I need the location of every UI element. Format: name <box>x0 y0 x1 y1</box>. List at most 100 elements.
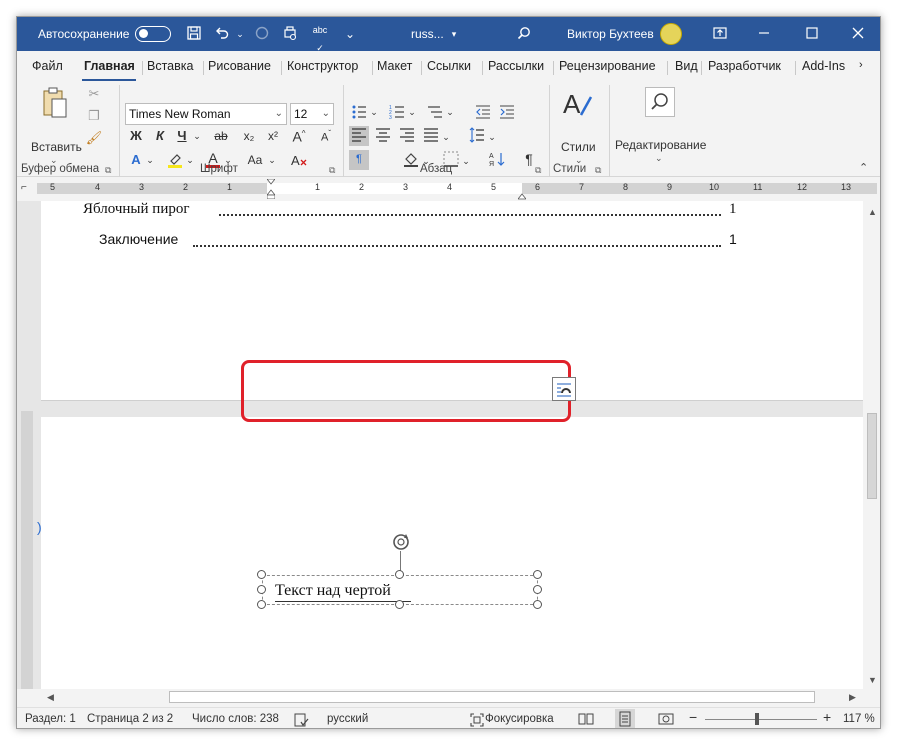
vertical-scrollbar[interactable]: ▲ ▼ <box>863 201 880 689</box>
text-box-content[interactable]: Текст над чертой <box>275 582 391 600</box>
subscript-button[interactable]: x₂ <box>239 127 259 145</box>
web-layout-icon[interactable] <box>657 711 675 727</box>
styles-button[interactable]: Стили <box>561 140 596 154</box>
highlight-icon[interactable] <box>165 151 185 169</box>
paragraph-launcher-icon[interactable]: ⧉ <box>535 165 541 176</box>
justify-dropdown-icon[interactable]: ⌄ <box>441 128 451 146</box>
paste-button[interactable]: Вставить <box>31 140 82 154</box>
scroll-up-icon[interactable]: ▲ <box>868 207 877 217</box>
tab-references[interactable]: Ссылки <box>427 59 471 73</box>
resize-handle[interactable] <box>533 585 542 594</box>
paste-icon[interactable] <box>37 85 73 129</box>
scroll-right-icon[interactable]: ▶ <box>849 692 856 703</box>
shading-icon[interactable] <box>401 150 421 170</box>
zoom-out-button[interactable]: − <box>689 709 697 725</box>
underline-button[interactable]: Ч <box>173 127 191 145</box>
sort-icon[interactable]: AЯ <box>487 150 507 170</box>
section-indicator[interactable]: Раздел: 1 <box>25 713 76 725</box>
tab-file[interactable]: Файл <box>32 59 63 73</box>
tab-insert[interactable]: Вставка <box>147 59 193 73</box>
zoom-slider[interactable] <box>705 719 817 720</box>
maximize-icon[interactable] <box>803 25 821 43</box>
format-painter-icon[interactable]: 🖌 <box>85 129 103 147</box>
resize-handle[interactable] <box>395 600 404 609</box>
change-case-button[interactable]: Aa <box>243 151 267 169</box>
tab-developer[interactable]: Разработчик <box>708 59 781 73</box>
resize-handle[interactable] <box>257 600 266 609</box>
clipboard-launcher-icon[interactable]: ⧉ <box>105 165 111 176</box>
styles-icon[interactable]: A <box>561 87 593 121</box>
increase-indent-icon[interactable] <box>497 103 517 121</box>
resize-handle[interactable] <box>257 585 266 594</box>
file-name[interactable]: russ... <box>411 27 444 41</box>
font-launcher-icon[interactable]: ⧉ <box>329 165 335 176</box>
underline-dropdown-icon[interactable]: ⌄ <box>191 127 203 145</box>
zoom-level[interactable]: 117 % <box>843 713 875 725</box>
clear-formatting-icon[interactable]: A <box>289 151 309 169</box>
show-formatting-icon[interactable]: ¶ <box>349 150 369 170</box>
text-effects-button[interactable]: A <box>127 151 145 169</box>
font-name-field[interactable]: Times New Roman ⌄ <box>125 103 287 125</box>
resize-handle[interactable] <box>533 600 542 609</box>
zoom-in-button[interactable]: + <box>823 709 831 725</box>
tabs-scroll-right-icon[interactable]: › <box>859 59 863 71</box>
horizontal-scrollbar[interactable]: ◀ ▶ <box>41 689 863 705</box>
bullets-dropdown-icon[interactable]: ⌄ <box>369 103 379 121</box>
avatar[interactable] <box>660 23 682 45</box>
styles-launcher-icon[interactable]: ⧉ <box>595 165 601 176</box>
tab-view[interactable]: Вид <box>675 59 698 73</box>
search-icon[interactable] <box>515 25 533 43</box>
print-preview-icon[interactable] <box>281 25 299 43</box>
layout-options-icon[interactable] <box>552 377 576 401</box>
redo-icon[interactable] <box>253 25 271 43</box>
copy-icon[interactable]: ❐ <box>85 107 103 125</box>
customize-toolbar-icon[interactable]: ⌄ <box>341 25 359 43</box>
tab-home[interactable]: Главная <box>84 59 135 73</box>
tab-review[interactable]: Рецензирование <box>559 59 656 73</box>
editing-dropdown-icon[interactable]: ⌄ <box>655 153 663 164</box>
line-spacing-dropdown-icon[interactable]: ⌄ <box>487 128 497 146</box>
close-icon[interactable] <box>849 25 867 43</box>
vertical-scroll-thumb[interactable] <box>867 413 877 499</box>
bold-button[interactable]: Ж <box>127 127 145 145</box>
read-mode-icon[interactable] <box>577 711 595 727</box>
strikethrough-button[interactable]: ab <box>209 127 233 145</box>
horizontal-scroll-thumb[interactable] <box>169 691 815 703</box>
print-layout-icon[interactable] <box>615 709 635 728</box>
justify-icon[interactable] <box>421 126 441 146</box>
page-indicator[interactable]: Страница 2 из 2 <box>87 713 173 725</box>
tab-design[interactable]: Конструктор <box>287 59 358 73</box>
word-count[interactable]: Число слов: 238 <box>192 713 279 725</box>
numbering-icon[interactable]: 123 <box>387 103 407 121</box>
shrink-font-button[interactable]: Aˇ <box>315 125 337 147</box>
autosave-toggle[interactable] <box>135 26 171 42</box>
tab-add-ins[interactable]: Add-Ins <box>802 59 845 73</box>
resize-handle[interactable] <box>533 570 542 579</box>
resize-handle[interactable] <box>257 570 266 579</box>
multilevel-list-icon[interactable] <box>425 103 445 121</box>
indent-marker[interactable] <box>266 178 276 200</box>
user-name[interactable]: Виктор Бухтеев <box>567 27 654 41</box>
right-indent-marker[interactable] <box>517 189 527 200</box>
scroll-left-icon[interactable]: ◀ <box>47 692 54 703</box>
find-icon[interactable] <box>645 87 675 117</box>
collapse-ribbon-icon[interactable]: ⌃ <box>859 161 868 174</box>
change-case-dropdown-icon[interactable]: ⌄ <box>267 151 277 169</box>
rotate-handle-icon[interactable] <box>390 531 412 553</box>
undo-dropdown-icon[interactable]: ⌄ <box>231 25 249 43</box>
ribbon-display-options-icon[interactable] <box>711 25 729 43</box>
focus-icon[interactable] <box>469 712 485 728</box>
resize-handle[interactable] <box>395 570 404 579</box>
scroll-down-icon[interactable]: ▼ <box>868 675 877 685</box>
minimize-icon[interactable] <box>755 25 773 43</box>
numbering-dropdown-icon[interactable]: ⌄ <box>407 103 417 121</box>
align-right-icon[interactable] <box>397 126 417 146</box>
line-spacing-icon[interactable] <box>467 126 487 146</box>
font-size-field[interactable]: 12 ⌄ <box>290 103 334 125</box>
zoom-slider-thumb[interactable] <box>755 713 759 725</box>
text-effects-dropdown-icon[interactable]: ⌄ <box>145 151 155 169</box>
filename-dropdown-icon[interactable]: ▾ <box>445 25 463 43</box>
cut-icon[interactable]: ✂ <box>85 85 103 103</box>
tab-mailings[interactable]: Рассылки <box>488 59 544 73</box>
language-indicator[interactable]: русский <box>327 713 368 725</box>
